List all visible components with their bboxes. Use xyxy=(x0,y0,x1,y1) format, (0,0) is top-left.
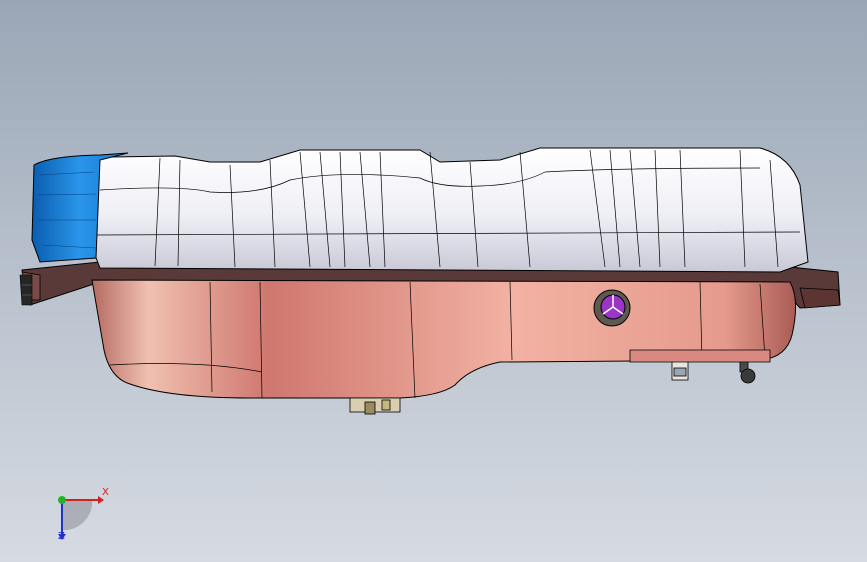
mounting-brackets xyxy=(629,349,771,384)
z-axis-label: Z xyxy=(58,531,65,542)
graphics-viewport[interactable]: X Z xyxy=(0,0,867,562)
filler-neck xyxy=(593,289,631,327)
left-tab xyxy=(19,274,33,306)
fuel-tank-model[interactable] xyxy=(0,0,867,562)
coordinate-triad xyxy=(58,496,104,540)
lower-shell xyxy=(91,279,796,399)
sender-unit xyxy=(349,397,401,415)
x-axis-label: X xyxy=(102,487,109,498)
upper-shell xyxy=(94,147,809,273)
